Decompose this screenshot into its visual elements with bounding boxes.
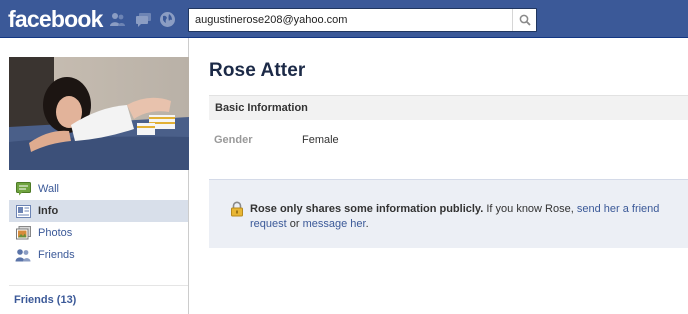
friends-count-link[interactable]: Friends (13) [14,294,76,306]
left-sidebar: Wall Info Photos Friends Friends (13) [0,38,189,314]
notifications-globe-icon[interactable] [158,10,177,29]
search-input[interactable] [189,9,509,31]
notice-bold-text: Rose only shares some information public… [250,203,484,215]
search-box [188,8,537,32]
profile-name[interactable]: Rose Atter [209,60,305,82]
info-icon [15,203,31,219]
search-button[interactable] [512,9,536,31]
messages-icon[interactable] [134,10,153,29]
section-header-basic-info: Basic Information [209,95,688,120]
wall-icon [15,181,31,197]
notice-text-2: or [286,218,303,230]
friends-icon [15,247,31,263]
profile-picture[interactable] [9,57,189,170]
facebook-logo[interactable]: facebook [8,7,103,31]
profile-photo-image [9,57,189,170]
message-her-link[interactable]: message her [303,218,366,230]
notice-text-3: . [365,218,369,230]
sidebar-item-label: Info [38,205,59,217]
sidebar-divider [9,285,188,286]
sidebar-item-wall[interactable]: Wall [9,178,188,200]
sidebar-item-label: Wall [38,183,59,195]
sidebar-item-label: Friends [38,249,75,261]
sidebar-item-photos[interactable]: Photos [9,222,188,244]
search-icon [519,14,531,26]
friend-requests-icon[interactable] [108,10,127,29]
gender-label: Gender [214,134,253,146]
privacy-notice: Rose only shares some information public… [209,179,688,248]
profile-nav: Wall Info Photos Friends [9,178,188,266]
sidebar-item-label: Photos [38,227,73,239]
notice-text-1: If you know Rose, [483,203,577,215]
gender-value: Female [302,134,339,146]
sidebar-item-friends[interactable]: Friends [9,244,188,266]
lock-icon [229,201,245,217]
top-bar: facebook [0,0,688,38]
photos-icon [15,225,31,241]
sidebar-item-info[interactable]: Info [9,200,188,222]
privacy-notice-text: Rose only shares some information public… [250,202,680,232]
